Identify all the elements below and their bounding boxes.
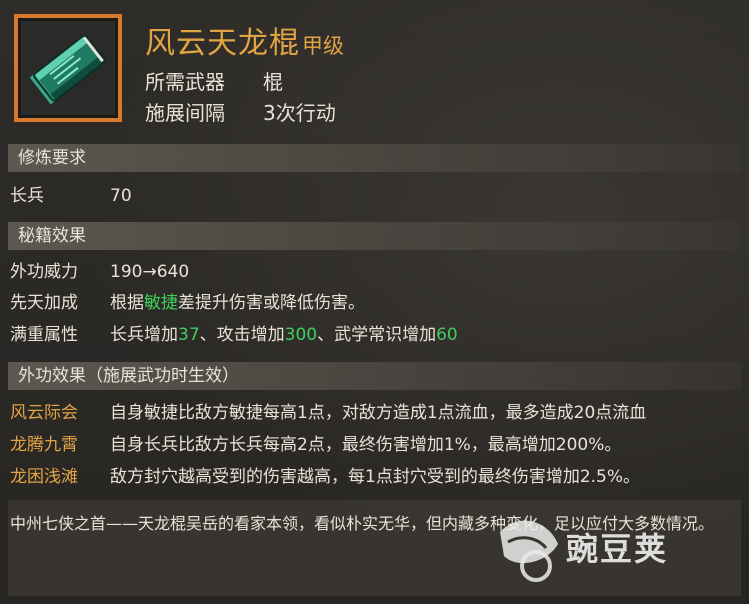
power-label: 外功威力	[10, 262, 78, 282]
green-book-icon	[29, 34, 106, 105]
innate-text-post: 差提升伤害或降低伤害。	[178, 293, 365, 313]
weapon-value: 棍	[263, 70, 283, 94]
innate-label: 先天加成	[10, 293, 78, 313]
requirement-label: 长兵	[10, 186, 44, 206]
section-external: 外功效果（施展武功时生效）	[8, 362, 741, 390]
external-label: 龙困浅滩	[10, 467, 78, 487]
requirement-row: 长兵 70	[10, 184, 132, 208]
section-requirements: 修炼要求	[8, 144, 741, 172]
requirement-value: 70	[110, 186, 132, 206]
skill-tooltip-panel: 风云天龙棍甲级 所需武器 棍 施展间隔 3次行动 修炼要求 长兵 70 秘籍效果 外功…	[0, 0, 749, 604]
weapon-label: 所需武器	[145, 70, 225, 94]
power-row: 外功威力 190→640	[10, 260, 189, 284]
innate-text-pre: 根据	[110, 293, 144, 313]
full-text-1: 长兵增加	[110, 325, 178, 345]
innate-highlight: 敏捷	[144, 293, 178, 313]
external-row: 龙腾九霄 自身长兵比敌方长兵每高2点，最终伤害增加1%，最高增加200%。	[10, 433, 621, 457]
power-value: 190→640	[110, 262, 190, 282]
full-weight-row: 满重属性 长兵增加37、攻击增加300、武学常识增加60	[10, 323, 458, 347]
innate-row: 先天加成 根据敏捷差提升伤害或降低伤害。	[10, 291, 365, 315]
external-text: 自身长兵比敌方长兵每高2点，最终伤害增加1%，最高增加200%。	[110, 435, 622, 455]
external-row: 风云际会 自身敏捷比敌方敏捷每高1点，对敌方造成1点流血，最多造成20点流血	[10, 401, 646, 425]
watermark-text: 豌豆荚	[566, 530, 669, 568]
skill-title: 风云天龙棍	[145, 26, 300, 61]
interval-label: 施展间隔	[145, 101, 225, 125]
full-text-2: 、攻击增加	[199, 325, 285, 345]
full-value-3: 60	[436, 325, 458, 345]
full-weight-label: 满重属性	[10, 325, 78, 345]
full-value-1: 37	[178, 325, 200, 345]
external-label: 风云际会	[10, 403, 78, 423]
skill-title-row: 风云天龙棍甲级	[145, 18, 344, 61]
full-text-3: 、武学常识增加	[317, 325, 437, 345]
weapon-requirement-row: 所需武器 棍	[145, 66, 283, 95]
cast-interval-row: 施展间隔 3次行动	[145, 97, 336, 126]
interval-value: 3次行动	[263, 101, 336, 125]
section-effects: 秘籍效果	[8, 222, 741, 250]
external-row: 龙困浅滩 敌方封穴越高受到的伤害越高，每1点封穴受到的最终伤害增加2.5%。	[10, 465, 640, 489]
external-text: 自身敏捷比敌方敏捷每高1点，对敌方造成1点流血，最多造成20点流血	[110, 403, 647, 423]
skill-grade: 甲级	[302, 34, 344, 58]
item-icon-frame	[14, 14, 122, 122]
external-label: 龙腾九霄	[10, 435, 78, 455]
full-value-2: 300	[284, 325, 318, 345]
external-text: 敌方封穴越高受到的伤害越高，每1点封穴受到的最终伤害增加2.5%。	[110, 467, 641, 487]
